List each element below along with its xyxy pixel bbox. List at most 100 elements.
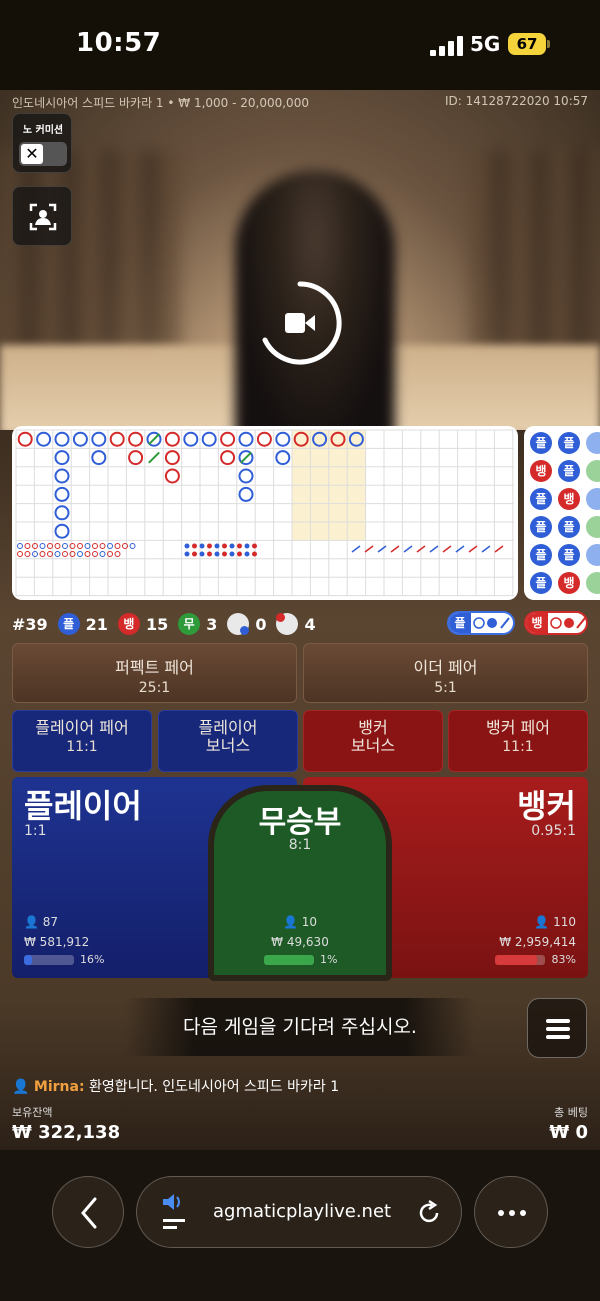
road-mark	[256, 431, 272, 447]
camera-view-button[interactable]	[12, 186, 72, 246]
signal-icon	[430, 36, 464, 56]
derived-dot	[214, 543, 220, 549]
banker-pair-count: 4	[304, 614, 316, 634]
speaker-icon	[163, 1194, 185, 1229]
round-number: #39	[12, 614, 48, 634]
status-time: 10:57	[76, 28, 162, 58]
derived-mark	[47, 543, 53, 549]
tie-slash	[148, 451, 160, 464]
player-win-badge: 플	[57, 613, 80, 635]
video-camera-icon	[285, 313, 305, 333]
derived-dot	[237, 543, 242, 549]
person-icon: 👤	[282, 915, 298, 929]
derived-mark	[92, 543, 98, 549]
derived-slash	[494, 545, 504, 553]
bead-result: 플	[530, 544, 552, 566]
tie-bet-percent: 1%	[320, 953, 338, 966]
derived-slash	[351, 545, 361, 553]
derived-dot	[199, 551, 205, 557]
road-mark	[275, 450, 291, 466]
banker-bet-percent: 83%	[551, 953, 576, 966]
bead-partial	[586, 544, 600, 566]
banker-pair-odds: 11:1	[502, 739, 534, 755]
derived-dot	[199, 543, 205, 549]
road-mark	[54, 450, 70, 466]
road-mark	[54, 523, 70, 539]
perfect-pair-label: 퍼펙트 페어	[115, 658, 194, 677]
browser-back-button[interactable]	[52, 1176, 124, 1248]
tie-bet-bar	[264, 955, 314, 965]
person-icon: 👤	[24, 915, 39, 929]
banker-label: 뱅커	[517, 787, 576, 825]
player-bet-bar	[24, 955, 74, 965]
no-commission-toggle[interactable]: ✕	[19, 142, 67, 166]
derived-dot	[229, 551, 235, 557]
player-pair-bet[interactable]: 플레이어 페어 11:1	[12, 710, 152, 772]
banker-pair-bet[interactable]: 뱅커 페어 11:1	[448, 710, 588, 772]
no-commission-label: 노 커미션	[22, 125, 64, 136]
tie-odds: 8:1	[288, 837, 312, 853]
derived-slash	[390, 545, 400, 553]
road-mark	[17, 431, 33, 447]
app-root: 10:57 5G 67 인도네시아어 스피드 바카라 1 • ₩ 1,000 -…	[0, 0, 600, 1301]
bead-result: 플	[530, 516, 552, 538]
derived-slash	[403, 545, 413, 553]
total-bet-label: 총 베팅	[554, 1106, 588, 1119]
user-icon: 👤	[12, 1079, 30, 1095]
banker-bet-bar	[495, 955, 545, 965]
bead-result: 뱅	[558, 572, 580, 594]
derived-dot	[207, 543, 212, 549]
close-icon: ✕	[21, 144, 43, 164]
round-id: ID: 14128722020 10:57	[444, 94, 588, 108]
banker-bettor-count: 👤 110	[534, 915, 576, 929]
derived-mark	[32, 543, 38, 549]
predict-player-label: 플	[449, 613, 471, 633]
no-commission-switch[interactable]: 노 커미션 ✕	[12, 113, 72, 173]
more-options-button[interactable]	[474, 1176, 548, 1248]
bead-partial	[586, 572, 600, 594]
perfect-pair-bet[interactable]: 퍼펙트 페어 25:1	[12, 643, 297, 703]
bead-partial	[586, 516, 600, 538]
road-mark	[91, 450, 107, 466]
derived-mark	[17, 551, 23, 557]
battery-icon: 67	[508, 33, 546, 55]
status-bar: 10:57 5G 67	[0, 0, 600, 90]
player-bet-percent: 16%	[80, 953, 105, 966]
chevron-left-icon	[81, 1197, 97, 1229]
tie-slash	[240, 451, 252, 464]
banker-bonus-label-2: 보너스	[350, 736, 396, 755]
balance-value: ₩ 322,138	[12, 1122, 121, 1143]
tie-bet-amount: ₩ 49,630	[271, 935, 329, 949]
road-mark	[109, 431, 125, 447]
banker-bonus-bet[interactable]: 뱅커 보너스	[303, 710, 443, 772]
road-mark	[220, 431, 236, 447]
predict-banker-button[interactable]: 뱅	[524, 611, 588, 635]
chat-user: Mirna:	[33, 1079, 85, 1095]
predict-player-button[interactable]: 플	[447, 611, 515, 635]
derived-mark	[54, 551, 61, 557]
derived-mark	[39, 543, 46, 549]
road-mark	[36, 431, 52, 447]
chat-text: 환영합니다. 인도네시아어 스피드 바카라 1	[89, 1079, 340, 1095]
tie-bet-area[interactable]: 무승부 8:1 👤 10 ₩ 49,630 1%	[208, 785, 392, 981]
road-mark	[164, 468, 180, 484]
derived-dot	[184, 551, 190, 557]
menu-button[interactable]	[527, 998, 587, 1058]
road-mark	[164, 450, 180, 466]
player-pair-count: 0	[255, 614, 267, 634]
derived-mark	[62, 551, 68, 557]
address-bar[interactable]: agmaticplaylive.net	[136, 1176, 462, 1248]
player-bonus-bet[interactable]: 플레이어 보너스	[158, 710, 298, 772]
predict-marks-icon	[473, 617, 510, 629]
road-mark	[238, 468, 254, 484]
bead-result: 플	[558, 460, 580, 482]
derived-mark	[47, 551, 53, 557]
total-bet-value: ₩ 0	[549, 1122, 588, 1143]
bead-result: 플	[558, 432, 580, 454]
derived-dot	[192, 543, 197, 549]
background-shelf-right	[470, 150, 600, 350]
reload-icon[interactable]	[415, 1199, 443, 1227]
focus-person-icon	[29, 203, 57, 231]
either-pair-bet[interactable]: 이더 페어 5:1	[303, 643, 588, 703]
road-mark	[54, 505, 70, 521]
